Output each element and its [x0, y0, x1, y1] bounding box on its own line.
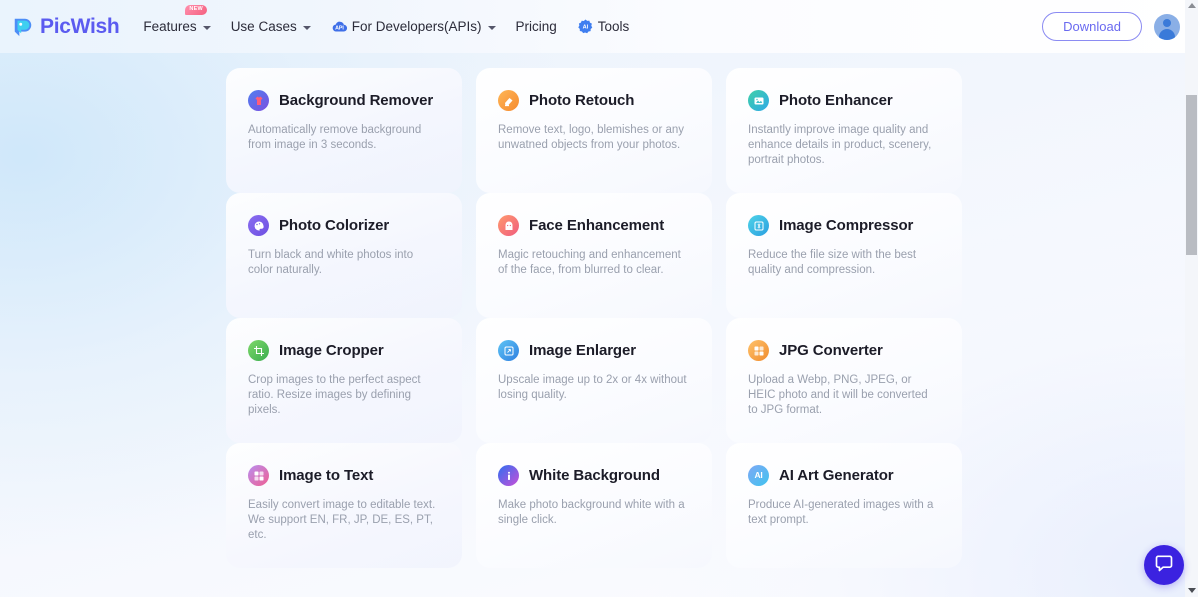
card-title: Image to Text	[279, 467, 374, 484]
tool-card-ai-art-generator[interactable]: AI AI Art Generator Produce AI-generated…	[726, 443, 962, 568]
face-icon	[498, 215, 519, 236]
nav-item-use-cases[interactable]: Use Cases	[231, 19, 311, 34]
card-title: Image Cropper	[279, 342, 384, 359]
nav-item-pricing[interactable]: Pricing	[516, 19, 557, 34]
card-title: Photo Colorizer	[279, 217, 390, 234]
ai-art-icon-label: AI	[754, 470, 763, 481]
scrollbar-thumb[interactable]	[1186, 95, 1197, 255]
enlarge-icon	[498, 340, 519, 361]
nav-item-for-developers[interactable]: API For Developers(APIs)	[331, 18, 496, 35]
card-description: Crop images to the perfect aspect ratio.…	[248, 374, 421, 416]
page-scrollbar[interactable]	[1185, 0, 1198, 597]
card-title: AI Art Generator	[779, 467, 894, 484]
card-header: Photo Retouch	[498, 90, 690, 111]
svg-text:AI: AI	[582, 25, 588, 31]
nav-item-features[interactable]: Features NEW	[143, 5, 211, 34]
card-title: White Background	[529, 467, 660, 484]
tool-card-image-to-text[interactable]: Image to Text Easily convert image to ed…	[226, 443, 462, 568]
card-title: Image Enlarger	[529, 342, 636, 359]
chat-bubble-icon	[1154, 553, 1174, 578]
card-description: Instantly improve image quality and enha…	[748, 124, 932, 166]
card-description: Upload a Webp, PNG, JPEG, or HEIC photo …	[748, 374, 928, 416]
card-title: Background Remover	[279, 92, 434, 109]
card-title: Photo Enhancer	[779, 92, 893, 109]
card-header: Face Enhancement	[498, 215, 690, 236]
tool-card-image-cropper[interactable]: Image Cropper Crop images to the perfect…	[226, 318, 462, 443]
tool-card-white-background[interactable]: White Background Make photo background w…	[476, 443, 712, 568]
card-header: Image Cropper	[248, 340, 440, 361]
card-header: Photo Colorizer	[248, 215, 440, 236]
image-to-text-icon	[248, 465, 269, 486]
crop-icon	[248, 340, 269, 361]
tool-card-image-enlarger[interactable]: Image Enlarger Upscale image up to 2x or…	[476, 318, 712, 443]
card-header: White Background	[498, 465, 690, 486]
card-description: Upscale image up to 2x or 4x without los…	[498, 374, 687, 401]
logo-text: PicWish	[40, 14, 120, 38]
nav-label-for-developers: For Developers(APIs)	[351, 19, 482, 34]
tool-card-photo-enhancer[interactable]: Photo Enhancer Instantly improve image q…	[726, 68, 962, 193]
card-header: Background Remover	[248, 90, 440, 111]
card-description: Reduce the file size with the best quali…	[748, 249, 917, 276]
card-header: Photo Enhancer	[748, 90, 940, 111]
page-background: PicWish Features NEW Use Cases API For D…	[0, 0, 1198, 597]
card-title: Face Enhancement	[529, 217, 665, 234]
site-logo[interactable]: PicWish	[12, 14, 120, 39]
chevron-down-icon	[487, 25, 496, 30]
card-description: Produce AI-generated images with a text …	[748, 499, 934, 526]
site-header: PicWish Features NEW Use Cases API For D…	[0, 0, 1198, 53]
ai-gear-icon: AI	[577, 18, 594, 35]
card-description: Turn black and white photos into color n…	[248, 249, 414, 276]
card-description: Remove text, logo, blemishes or any unwa…	[498, 124, 685, 151]
user-avatar-icon[interactable]	[1154, 13, 1180, 40]
nav-label-use-cases: Use Cases	[230, 19, 297, 34]
info-icon	[498, 465, 519, 486]
tools-grid: Background Remover Automatically remove …	[226, 68, 966, 568]
nav-item-tools[interactable]: AI Tools	[577, 18, 630, 35]
eraser-icon	[498, 90, 519, 111]
palette-icon	[248, 215, 269, 236]
photo-frame-icon	[748, 90, 769, 111]
tool-card-photo-retouch[interactable]: Photo Retouch Remove text, logo, blemish…	[476, 68, 712, 193]
compress-icon	[748, 215, 769, 236]
card-title: JPG Converter	[779, 342, 883, 359]
card-header: Image Enlarger	[498, 340, 690, 361]
tool-card-face-enhancement[interactable]: Face Enhancement Magic retouching and en…	[476, 193, 712, 318]
card-title: Image Compressor	[779, 217, 914, 234]
new-badge: NEW	[185, 5, 207, 15]
card-description: Easily convert image to editable text. W…	[248, 499, 436, 541]
api-cloud-icon: API	[331, 18, 348, 35]
scroll-down-arrow-icon[interactable]	[1188, 588, 1196, 593]
main-navigation: Features NEW Use Cases API For Developer…	[143, 5, 630, 35]
chat-widget-button[interactable]	[1144, 545, 1184, 585]
nav-label-pricing: Pricing	[515, 19, 557, 34]
card-header: AI AI Art Generator	[748, 465, 940, 486]
tool-card-photo-colorizer[interactable]: Photo Colorizer Turn black and white pho…	[226, 193, 462, 318]
tshirt-icon	[248, 90, 269, 111]
nav-label-tools: Tools	[597, 19, 630, 34]
header-actions: Download	[1042, 12, 1180, 41]
convert-icon	[748, 340, 769, 361]
tool-card-image-compressor[interactable]: Image Compressor Reduce the file size wi…	[726, 193, 962, 318]
card-description: Make photo background white with a singl…	[498, 499, 685, 526]
tool-card-background-remover[interactable]: Background Remover Automatically remove …	[226, 68, 462, 193]
card-description: Automatically remove background from ima…	[248, 124, 422, 151]
scroll-up-arrow-icon[interactable]	[1188, 3, 1196, 8]
card-header: Image Compressor	[748, 215, 940, 236]
card-title: Photo Retouch	[529, 92, 635, 109]
card-header: Image to Text	[248, 465, 440, 486]
nav-label-features: Features	[143, 19, 197, 34]
download-button[interactable]: Download	[1042, 12, 1142, 41]
picwish-logo-icon	[12, 16, 34, 38]
chevron-down-icon	[202, 25, 211, 30]
tool-card-jpg-converter[interactable]: JPG Converter Upload a Webp, PNG, JPEG, …	[726, 318, 962, 443]
card-description: Magic retouching and enhancement of the …	[498, 249, 681, 276]
card-header: JPG Converter	[748, 340, 940, 361]
chevron-down-icon	[302, 25, 311, 30]
ai-art-icon: AI	[748, 465, 769, 486]
svg-text:API: API	[335, 25, 344, 31]
